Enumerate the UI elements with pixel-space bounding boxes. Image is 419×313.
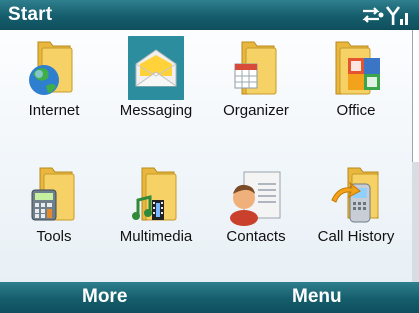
grid-item-label: Messaging xyxy=(119,102,193,119)
grid-item-multimedia[interactable]: Multimedia xyxy=(106,156,206,272)
grid-item-label: Organizer xyxy=(223,102,289,119)
phone-arrow-icon xyxy=(331,167,379,223)
grid-item-tools[interactable]: Tools xyxy=(4,156,104,272)
grid-item-label: Call History xyxy=(317,228,395,245)
title-bar: Start xyxy=(0,0,419,30)
softkey-bar: More Menu xyxy=(0,282,419,313)
grid-item-call-history[interactable]: Call History xyxy=(306,156,406,272)
screen-title: Start xyxy=(8,4,53,25)
sync-icon xyxy=(362,7,384,23)
calendar-folder-icon xyxy=(234,41,277,95)
grid-item-office[interactable]: Office xyxy=(306,30,406,146)
grid-item-internet[interactable]: Internet xyxy=(4,30,104,146)
status-icons xyxy=(362,6,408,25)
grid-item-label: Internet xyxy=(28,102,80,119)
grid-item-organizer[interactable]: Organizer xyxy=(206,30,306,146)
office-folder-icon xyxy=(335,41,380,95)
grid-item-label: Multimedia xyxy=(119,228,193,245)
contact-card-icon xyxy=(230,171,281,226)
signal-icon xyxy=(385,6,408,25)
phone-screen: Start Internet Messaging Organizer Offic… xyxy=(0,0,419,313)
calculator-folder-icon xyxy=(31,167,75,221)
grid-item-label: Office xyxy=(336,102,376,119)
globe-folder-icon xyxy=(29,41,73,95)
start-grid: Internet Messaging Organizer Office Tool… xyxy=(0,30,412,282)
scrollbar-thumb[interactable] xyxy=(412,30,419,162)
grid-item-label: Contacts xyxy=(226,228,286,245)
grid-item-label: Tools xyxy=(36,228,72,245)
grid-item-contacts[interactable]: Contacts xyxy=(206,156,306,272)
more-softkey[interactable]: More xyxy=(82,286,127,308)
grid-item-messaging[interactable]: Messaging xyxy=(106,30,206,146)
envelope-icon xyxy=(128,36,184,100)
menu-softkey[interactable]: Menu xyxy=(292,286,342,308)
scrollbar[interactable] xyxy=(412,30,419,282)
media-folder-icon xyxy=(132,167,177,221)
